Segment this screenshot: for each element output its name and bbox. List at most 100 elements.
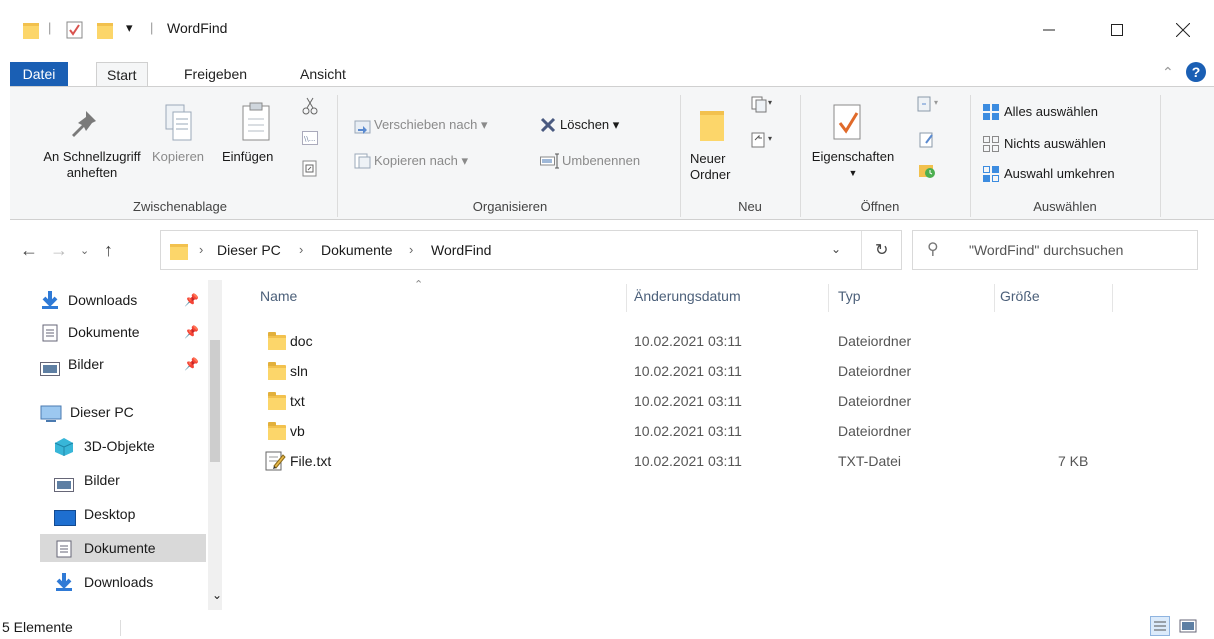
breadcrumb-this-pc[interactable]: Dieser PC	[217, 242, 281, 258]
history-icon[interactable]	[918, 161, 936, 182]
nav-item-this-pc[interactable]: Dieser PC	[40, 398, 208, 426]
nav-item-label: Dieser PC	[70, 404, 134, 420]
new-item-icon[interactable]: ▾	[750, 95, 774, 116]
select-all-button[interactable]: Alles auswählen	[1004, 104, 1098, 120]
nav-item-downloads-pinned[interactable]: Downloads 📌	[40, 286, 208, 314]
organize-group-label: Organisieren	[472, 199, 548, 214]
group-divider	[970, 95, 971, 217]
open-group-label: Öffnen	[860, 199, 900, 214]
tab-share[interactable]: Freigeben	[174, 62, 257, 86]
nav-item-label: Dokumente	[68, 324, 140, 340]
edit-icon[interactable]	[918, 131, 936, 152]
select-none-button[interactable]: Nichts auswählen	[1004, 136, 1106, 152]
qa-customize-dropdown[interactable]: ▾	[126, 20, 133, 40]
search-box[interactable]: ⚲ "WordFind" durchsuchen	[912, 230, 1198, 270]
computer-icon	[40, 404, 62, 432]
paste-shortcut-icon[interactable]	[302, 159, 318, 180]
invert-selection-button[interactable]: Auswahl umkehren	[1004, 166, 1115, 182]
column-header-size[interactable]: Größe	[1000, 288, 1040, 304]
easy-access-icon[interactable]: ▾	[750, 131, 774, 152]
pin-quick-access-button[interactable]: An Schnellzugriff anheften	[22, 149, 162, 181]
maximize-icon	[1111, 24, 1123, 36]
properties-icon	[832, 101, 864, 144]
open-icon[interactable]: ▾	[916, 95, 944, 116]
nav-item-label: Downloads	[68, 292, 138, 308]
new-folder-button[interactable]: Neuer Ordner	[690, 151, 730, 183]
paste-icon	[240, 101, 272, 146]
file-row[interactable]: doc 10.02.2021 03:11 Dateiordner	[230, 326, 1130, 356]
move-to-icon	[354, 119, 372, 138]
file-name: sln	[290, 363, 308, 379]
copy-to-button[interactable]: Kopieren nach ▾	[374, 153, 468, 169]
nav-item-pictures[interactable]: Bilder	[54, 466, 208, 494]
breadcrumb-chevron-icon: ›	[199, 242, 204, 257]
breadcrumb-wordfind[interactable]: WordFind	[431, 242, 491, 258]
file-name: vb	[290, 423, 305, 439]
column-divider[interactable]	[626, 284, 627, 312]
rename-button[interactable]: Umbenennen	[562, 153, 640, 169]
nav-scrollbar-thumb[interactable]	[210, 340, 220, 462]
file-date: 10.02.2021 03:11	[634, 363, 742, 379]
column-header-name[interactable]: Name	[260, 288, 297, 304]
file-row[interactable]: vb 10.02.2021 03:11 Dateiordner	[230, 416, 1130, 446]
folder-icon[interactable]	[22, 20, 40, 40]
up-arrow-icon[interactable]: ↑	[104, 240, 113, 261]
text-file-icon	[264, 450, 286, 475]
svg-text:▾: ▾	[768, 98, 772, 107]
column-divider[interactable]	[828, 284, 829, 312]
tab-file[interactable]: Datei	[10, 62, 68, 86]
address-dropdown-icon[interactable]: ⌄	[831, 242, 841, 256]
forward-arrow-icon[interactable]: →	[50, 240, 68, 261]
cut-icon[interactable]	[302, 97, 318, 118]
file-row[interactable]: sln 10.02.2021 03:11 Dateiordner	[230, 356, 1130, 386]
file-date: 10.02.2021 03:11	[634, 453, 742, 469]
pictures-icon	[40, 357, 60, 385]
nav-item-3d-objects[interactable]: 3D-Objekte	[54, 432, 208, 460]
file-type: TXT-Datei	[838, 453, 902, 469]
scroll-down-icon[interactable]: ⌄	[212, 588, 222, 602]
help-icon[interactable]: ?	[1186, 62, 1206, 82]
maximize-button[interactable]	[1094, 12, 1140, 48]
properties-button[interactable]: Eigenschaften ▼	[808, 149, 898, 181]
refresh-icon[interactable]: ↻	[875, 240, 888, 260]
nav-item-downloads[interactable]: Downloads	[54, 568, 208, 596]
breadcrumb-documents[interactable]: Dokumente	[321, 242, 393, 258]
file-type: Dateiordner	[838, 333, 912, 349]
column-header-date[interactable]: Änderungsdatum	[634, 288, 741, 304]
nav-item-label: Dokumente	[84, 540, 156, 556]
navigation-row: ← → ⌄ ↑ › Dieser PC › Dokumente › WordFi…	[0, 230, 1214, 272]
collapse-ribbon-icon[interactable]: ⌃	[1162, 64, 1174, 81]
column-divider[interactable]	[1112, 284, 1113, 312]
tab-start[interactable]: Start	[96, 62, 148, 87]
nav-item-documents-pinned[interactable]: Dokumente 📌	[40, 318, 208, 346]
close-button[interactable]	[1160, 12, 1206, 48]
recent-locations-icon[interactable]: ⌄	[80, 244, 89, 257]
back-arrow-icon[interactable]: ←	[20, 240, 38, 261]
copy-button[interactable]: Kopieren	[152, 149, 204, 165]
column-divider[interactable]	[994, 284, 995, 312]
group-divider	[800, 95, 801, 217]
nav-item-pictures-pinned[interactable]: Bilder 📌	[40, 350, 208, 378]
move-to-label: Verschieben nach	[374, 117, 478, 132]
search-icon: ⚲	[927, 241, 939, 258]
nav-item-documents[interactable]: Dokumente	[40, 534, 206, 562]
minimize-icon	[1043, 29, 1055, 31]
minimize-button[interactable]	[1026, 12, 1072, 48]
nav-item-desktop[interactable]: Desktop	[54, 500, 208, 528]
file-row[interactable]: txt 10.02.2021 03:11 Dateiordner	[230, 386, 1130, 416]
delete-button[interactable]: Löschen ▾	[560, 117, 619, 133]
properties-check-icon[interactable]	[66, 20, 84, 40]
tab-view[interactable]: Ansicht	[290, 62, 356, 86]
file-row[interactable]: File.txt 10.02.2021 03:11 TXT-Datei 7 KB	[230, 446, 1130, 476]
sort-ascending-icon: ⌃	[414, 279, 424, 291]
paste-button[interactable]: Einfügen	[222, 149, 273, 165]
details-view-icon[interactable]	[1150, 616, 1170, 636]
address-bar[interactable]: › Dieser PC › Dokumente › WordFind ⌄ ↻	[160, 230, 902, 270]
column-header-type[interactable]: Typ	[838, 288, 861, 304]
copy-to-label: Kopieren nach	[374, 153, 458, 168]
move-to-button[interactable]: Verschieben nach ▾	[374, 117, 488, 133]
new-folder-icon[interactable]	[96, 20, 114, 40]
svg-text:▾: ▾	[934, 98, 938, 107]
large-icons-view-icon[interactable]	[1178, 616, 1198, 636]
copy-path-icon[interactable]: \\...	[302, 131, 318, 148]
